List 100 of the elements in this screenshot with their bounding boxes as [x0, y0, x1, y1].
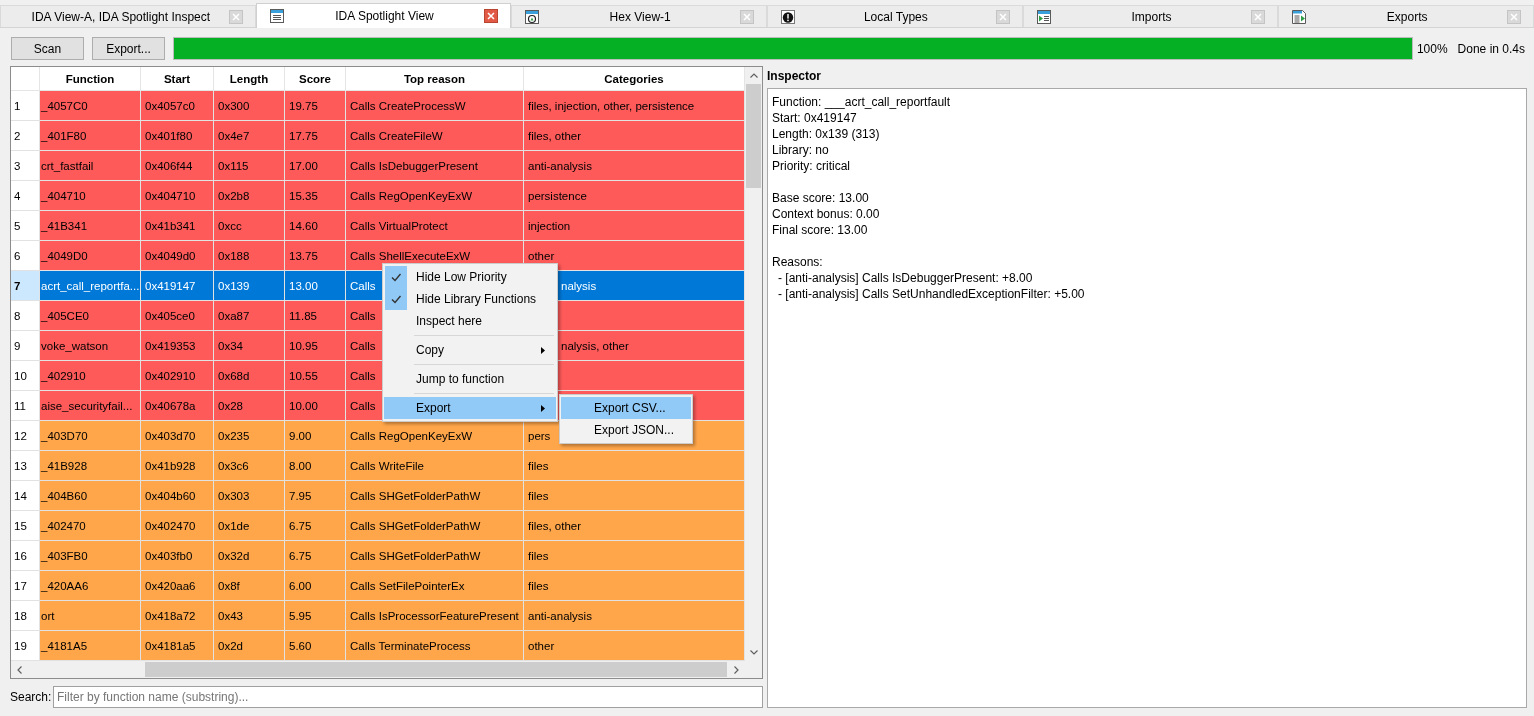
table-row[interactable]: 1 _4057C0 0x4057c0 0x300 19.75 Calls CreateProcessW files, injection, other, persistence — [11, 91, 745, 121]
length-value: 0x139 — [218, 279, 250, 292]
score-value: 8.00 — [289, 459, 312, 472]
categories-text: files, other — [528, 519, 582, 532]
start-address: 0x401f80 — [145, 129, 193, 142]
vertical-scrollbar[interactable] — [745, 67, 762, 661]
inspector-title: Inspector — [767, 68, 822, 85]
categories-text: injection — [528, 219, 571, 232]
column-header[interactable]: Score — [285, 67, 346, 91]
length-value: 0x2b8 — [218, 189, 250, 202]
start-address: 0x420aa6 — [145, 579, 196, 592]
categories-text: other — [528, 249, 555, 262]
tab[interactable]: Hex View-1 — [511, 5, 767, 27]
search-field[interactable]: Filter by function name (substring)... — [53, 686, 763, 708]
top-reason-text: Calls — [350, 369, 376, 382]
top-reason-text: Calls IsProcessorFeaturePresent — [350, 609, 519, 622]
inspector-line: Library: no — [772, 142, 830, 158]
top-reason-text: Calls VirtualProtect — [350, 219, 448, 232]
categories-text: pers — [528, 429, 551, 442]
column-header[interactable]: Top reason — [346, 67, 524, 91]
row-number: 1 — [14, 99, 21, 112]
table-row[interactable]: 3 crt_fastfail 0x406f44 0x115 17.00 Calls IsDebuggerPresent anti-analysis — [11, 151, 745, 181]
row-number: 4 — [14, 189, 21, 202]
row-number: 17 — [14, 579, 27, 592]
start-address: 0x419353 — [145, 339, 196, 352]
score-value: 17.75 — [289, 129, 318, 142]
chevron-up-icon[interactable] — [749, 73, 758, 78]
score-value: 15.35 — [289, 189, 318, 202]
top-reason-text: Calls SHGetFolderPathW — [350, 549, 481, 562]
table-row[interactable]: 15 _402470 0x402470 0x1de 6.75 Calls SHGetFolderPathW files, other — [11, 511, 745, 541]
chevron-down-icon[interactable] — [749, 650, 758, 655]
row-number: 3 — [14, 159, 21, 172]
menu-item[interactable]: Export — [384, 397, 556, 419]
table-row[interactable]: 6 _4049D0 0x4049d0 0x188 13.75 Calls ShellExecuteExW other — [11, 241, 745, 271]
row-number: 19 — [14, 639, 27, 652]
menu-item[interactable]: Copy — [384, 339, 556, 361]
function-name: _402470 — [41, 519, 86, 532]
inspector-line: Priority: critical — [772, 158, 851, 174]
table-row[interactable]: 5 _41B341 0x41b341 0xcc 14.60 Calls VirtualProtect injection — [11, 211, 745, 241]
chevron-right-icon[interactable] — [733, 665, 739, 674]
column-header[interactable]: Length — [214, 67, 285, 91]
function-name: _41B928 — [41, 459, 88, 472]
menu-item[interactable]: Export JSON... — [561, 419, 691, 441]
menu-item[interactable]: Export CSV... — [561, 397, 691, 419]
row-number: 5 — [14, 219, 21, 232]
length-value: 0x4e7 — [218, 129, 250, 142]
table-row[interactable]: 16 _403FB0 0x403fb0 0x32d 6.75 Calls SHGetFolderPathW files — [11, 541, 745, 571]
row-number: 8 — [14, 309, 21, 322]
top-reason-text: Calls SHGetFolderPathW — [350, 519, 481, 532]
scroll-thumb[interactable] — [746, 84, 761, 188]
score-value: 6.75 — [289, 519, 312, 532]
toolbar-button[interactable]: Export... — [92, 37, 165, 60]
start-address: 0x403d70 — [145, 429, 196, 442]
row-number: 10 — [14, 369, 27, 382]
start-address: 0x4181a5 — [145, 639, 196, 652]
toolbar-button[interactable]: Scan — [11, 37, 84, 60]
scroll-thumb[interactable] — [145, 662, 727, 677]
length-value: 0x43 — [218, 609, 243, 622]
inspector-line: Final score: 13.00 — [772, 222, 869, 238]
categories-text: nalysis, other — [561, 339, 629, 352]
close-icon[interactable] — [484, 9, 499, 23]
inspector-line: Context bonus: 0.00 — [772, 206, 881, 222]
menu-item[interactable]: Jump to function — [384, 368, 556, 390]
table-row[interactable]: 14 _404B60 0x404b60 0x303 7.95 Calls SHGetFolderPathW files — [11, 481, 745, 511]
table-row[interactable]: 19 _4181A5 0x4181a5 0x2d 5.60 Calls TerminateProcess other — [11, 631, 745, 661]
column-header[interactable]: Start — [141, 67, 214, 91]
tab[interactable]: Imports — [1022, 5, 1279, 27]
circle-window-icon — [524, 8, 541, 25]
tab[interactable]: IDA View-A, IDA Spotlight Inspect — [0, 5, 256, 27]
start-address: 0x404b60 — [145, 489, 196, 502]
chevron-left-icon[interactable] — [17, 665, 22, 674]
progress-percent: 100% — [1416, 41, 1448, 56]
row-number: 9 — [14, 339, 21, 352]
length-value: 0x34 — [218, 339, 243, 352]
table-row[interactable]: 17 _420AA6 0x420aa6 0x8f 6.00 Calls SetFilePointerEx files — [11, 571, 745, 601]
horizontal-scrollbar[interactable] — [11, 661, 745, 678]
start-address: 0x4057c0 — [145, 99, 195, 112]
score-value: 13.00 — [289, 279, 318, 292]
column-header[interactable]: Categories — [524, 67, 745, 91]
start-address: 0x405ce0 — [145, 309, 195, 322]
inspector-line: Reasons: — [772, 254, 824, 270]
menu-item[interactable]: Inspect here — [384, 310, 556, 332]
function-name: crt_fastfail — [41, 159, 94, 172]
function-name: _402910 — [41, 369, 86, 382]
score-value: 10.95 — [289, 339, 318, 352]
row-number: 18 — [14, 609, 27, 622]
tab[interactable]: Exports — [1278, 5, 1534, 27]
score-value: 5.95 — [289, 609, 312, 622]
table-row[interactable]: 13 _41B928 0x41b928 0x3c6 8.00 Calls WriteFile files — [11, 451, 745, 481]
start-address: 0x4049d0 — [145, 249, 196, 262]
tab[interactable]: IDA Spotlight View — [255, 3, 512, 28]
tab[interactable]: Local Types — [767, 5, 1023, 27]
categories-text: persistence — [528, 189, 587, 202]
score-value: 11.85 — [289, 309, 317, 322]
start-address: 0x41b928 — [145, 459, 196, 472]
table-row[interactable]: 18 ort 0x418a72 0x43 5.95 Calls IsProcessorFeaturePresent anti-analysis — [11, 601, 745, 631]
table-row[interactable]: 4 _404710 0x404710 0x2b8 15.35 Calls RegOpenKeyExW persistence — [11, 181, 745, 211]
column-header[interactable]: Function — [40, 67, 141, 91]
table-row[interactable]: 2 _401F80 0x401f80 0x4e7 17.75 Calls CreateFileW files, other — [11, 121, 745, 151]
inspector-line: Length: 0x139 (313) — [772, 126, 881, 142]
